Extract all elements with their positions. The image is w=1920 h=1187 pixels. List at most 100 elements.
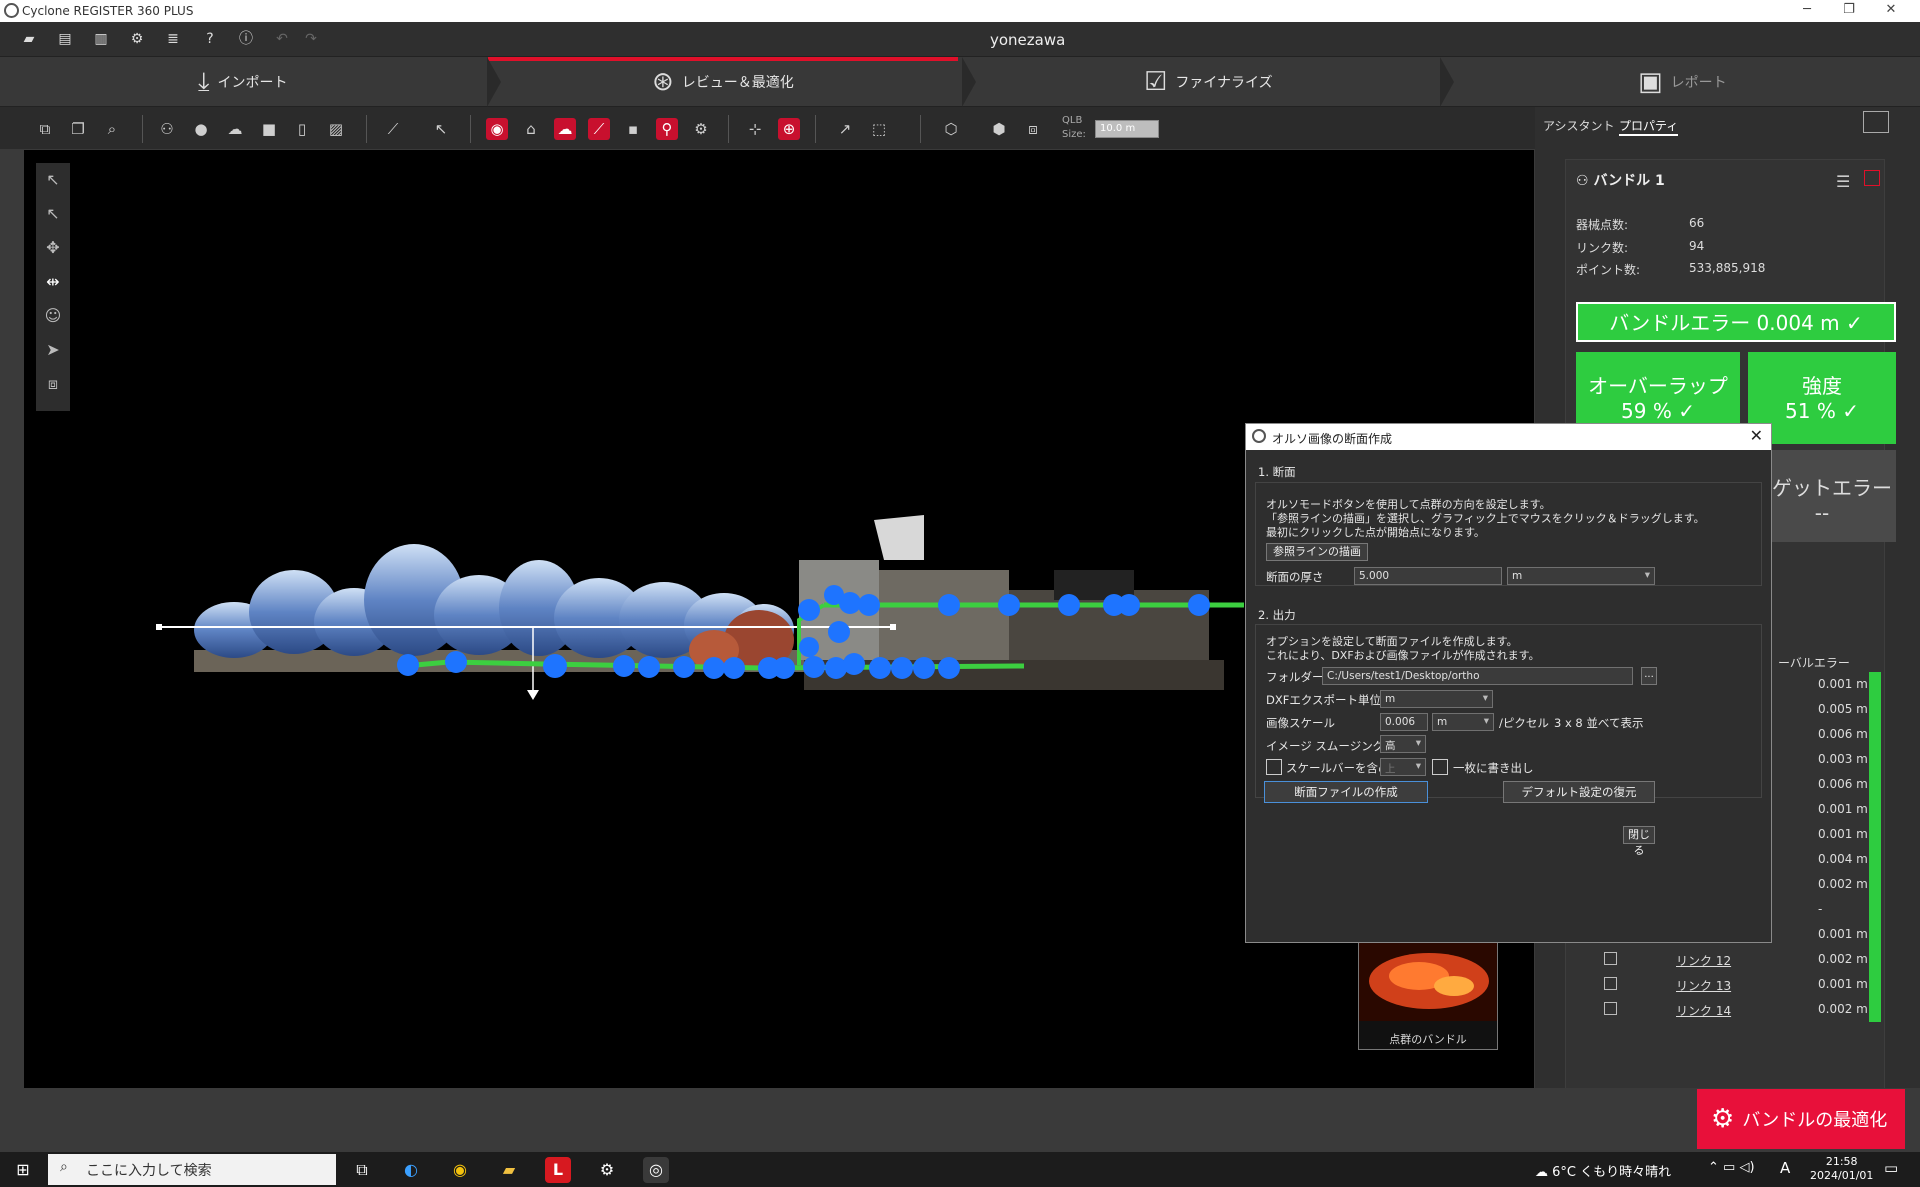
gear-icon[interactable]: ⚙ [128,30,146,48]
pin-settings-icon[interactable]: ⚙ [690,118,712,140]
cloud-link-icon[interactable]: ☁ [554,118,576,140]
panorama-icon[interactable]: ▯ [291,118,313,140]
tray-icons[interactable]: ⌃ ▭ ◁) [1708,1160,1755,1175]
file-explorer-icon[interactable]: ▰ [496,1157,522,1183]
film-icon[interactable]: ▥ [92,30,110,48]
image-icon[interactable]: ▨ [325,118,347,140]
tab-properties[interactable]: プロパティ [1619,117,1679,136]
list-view-icon[interactable]: ☰ [1836,172,1850,191]
scalebar-checkbox[interactable] [1266,759,1282,775]
project-icon[interactable]: ▤ [56,30,74,48]
taskbar-search[interactable]: ⌕ ここに入力して検索 [48,1154,336,1185]
tab-report[interactable]: ▣ レポート [1638,57,1727,107]
chrome-icon[interactable]: ◉ [447,1157,473,1183]
cube-view-icon[interactable]: ⧈ [42,373,64,395]
box-select-icon[interactable]: ⬚ [868,118,890,140]
create-section-button[interactable]: 断面ファイルの作成 [1264,781,1428,803]
redo-icon[interactable]: ↷ [302,30,320,48]
camera-icon[interactable]: ▪ [622,118,644,140]
square-icon[interactable]: ■ [258,118,280,140]
link-checkbox[interactable] [1604,977,1617,990]
fit-width-icon[interactable]: ⇹ [42,271,64,293]
sphere-icon[interactable]: ● [190,118,212,140]
minimize-button[interactable]: ─ [1786,0,1828,22]
scalebar-position-select[interactable]: 上 [1380,758,1426,776]
table-row[interactable]: リンク 13 0.001 m [1596,972,1881,997]
cyclone-app-icon[interactable]: ⚙ [594,1157,620,1183]
pin-icon[interactable]: ⚲ [656,118,678,140]
open-folder-icon[interactable]: ▰ [20,30,38,48]
image-scale-unit-select[interactable]: m [1432,713,1494,731]
tab-review[interactable]: ⊛ レビュー＆最適化 [652,57,794,107]
dialog-close-icon[interactable]: ✕ [1750,426,1763,445]
window-icon[interactable]: ❐ [67,118,89,140]
link-name[interactable]: リンク 14 [1676,1002,1731,1019]
bundle-error-button[interactable]: バンドルエラー 0.004 m ✓ [1576,302,1896,342]
link-icon[interactable]: ⟋ [588,118,610,140]
thickness-input[interactable]: 5.000 [1354,567,1502,585]
link-checkbox[interactable] [1604,952,1617,965]
table-row[interactable]: リンク 12 0.002 m [1596,947,1881,972]
dxf-unit-select[interactable]: m [1380,690,1493,708]
select-layers-icon[interactable]: ⧉ [34,118,56,140]
folder-browse-button[interactable]: ... [1641,667,1657,685]
folder-input[interactable]: C:/Users/test1/Desktop/ortho [1322,667,1633,685]
send-icon[interactable]: ➤ [42,339,64,361]
single-export-checkbox[interactable] [1432,759,1448,775]
tab-import[interactable]: ⤓ インポート [198,57,288,107]
register360-app-icon[interactable]: ◎ [643,1157,669,1183]
windows-start-icon[interactable]: ⊞ [10,1157,36,1183]
zoom-fit-icon[interactable]: ⌕ [101,118,123,140]
cursor-icon[interactable]: ↖ [430,118,452,140]
user-name: yonezawa [990,31,1066,49]
clock[interactable]: 21:58 2024/01/01 [1810,1155,1873,1183]
crop-icon[interactable]: ⊹ [744,118,766,140]
cube-m-icon[interactable]: ⧈ [1022,118,1044,140]
move-icon[interactable]: ✥ [42,237,64,259]
list-header[interactable]: ーバルエラー [1778,654,1850,671]
ortho-icon[interactable]: ⊕ [778,118,800,140]
cube-wire-icon[interactable]: ⬢ [988,118,1010,140]
close-window-button[interactable]: ✕ [1870,0,1912,22]
leica-app-icon[interactable]: L [545,1157,571,1183]
close-dialog-button[interactable]: 閉じる [1623,826,1655,857]
restore-defaults-button[interactable]: デフォルト設定の復元 [1503,781,1655,803]
info-icon[interactable]: ⓘ [237,30,255,48]
smoothing-select[interactable]: 高 [1380,735,1426,753]
person-icon[interactable]: ☺ [42,305,64,327]
ime-indicator[interactable]: A [1780,1159,1790,1177]
grid-view-icon[interactable] [1864,170,1880,186]
link-name[interactable]: リンク 13 [1676,977,1731,994]
cloud-icon[interactable]: ☁ [224,118,246,140]
stat-label: 器械点数: [1576,218,1629,232]
select-arrow-icon[interactable]: ↖ [42,169,64,191]
link-checkbox[interactable] [1604,1002,1617,1015]
help-icon[interactable]: ? [201,30,219,48]
spheres-icon[interactable]: ⚇ [156,118,178,140]
tab-finalize[interactable]: ☑ ファイナライズ [1144,57,1273,107]
target-icon[interactable]: ◉ [486,118,508,140]
thickness-unit-select[interactable]: m [1507,567,1655,585]
undo-icon[interactable]: ↶ [273,30,291,48]
panel-window-icon[interactable] [1863,111,1889,133]
task-view-icon[interactable]: ⧉ [349,1157,375,1183]
tab-assistant[interactable]: アシスタント [1543,117,1615,134]
path-icon[interactable]: ↗ [834,118,856,140]
optimize-bundle-button[interactable]: ⚙ バンドルの最適化 [1697,1089,1905,1149]
cube-icon[interactable]: ⬡ [940,118,962,140]
notification-icon[interactable]: ▭ [1884,1159,1898,1177]
table-row[interactable]: リンク 14 0.002 m [1596,997,1881,1022]
image-scale-input[interactable]: 0.006 [1380,713,1428,731]
edge-icon[interactable]: ◐ [398,1157,424,1183]
size-slider[interactable]: 10.0 m [1095,120,1159,138]
ruler-icon[interactable]: ⟋ [382,118,404,140]
draw-reference-line-button[interactable]: 参照ラインの描画 [1266,543,1368,561]
multi-select-icon[interactable]: ↖ [42,203,64,225]
tab-finalize-label: ファイナライズ [1175,75,1273,91]
restore-button[interactable]: ❐ [1828,0,1870,22]
database-icon[interactable]: ≣ [164,30,182,48]
tag-icon[interactable]: ⌂ [520,118,542,140]
weather-widget[interactable]: ☁ 6°C くもり時々晴れ [1535,1161,1671,1180]
bundle-thumbnail[interactable]: 点群のバンドル [1358,940,1498,1050]
link-name[interactable]: リンク 12 [1676,952,1731,969]
